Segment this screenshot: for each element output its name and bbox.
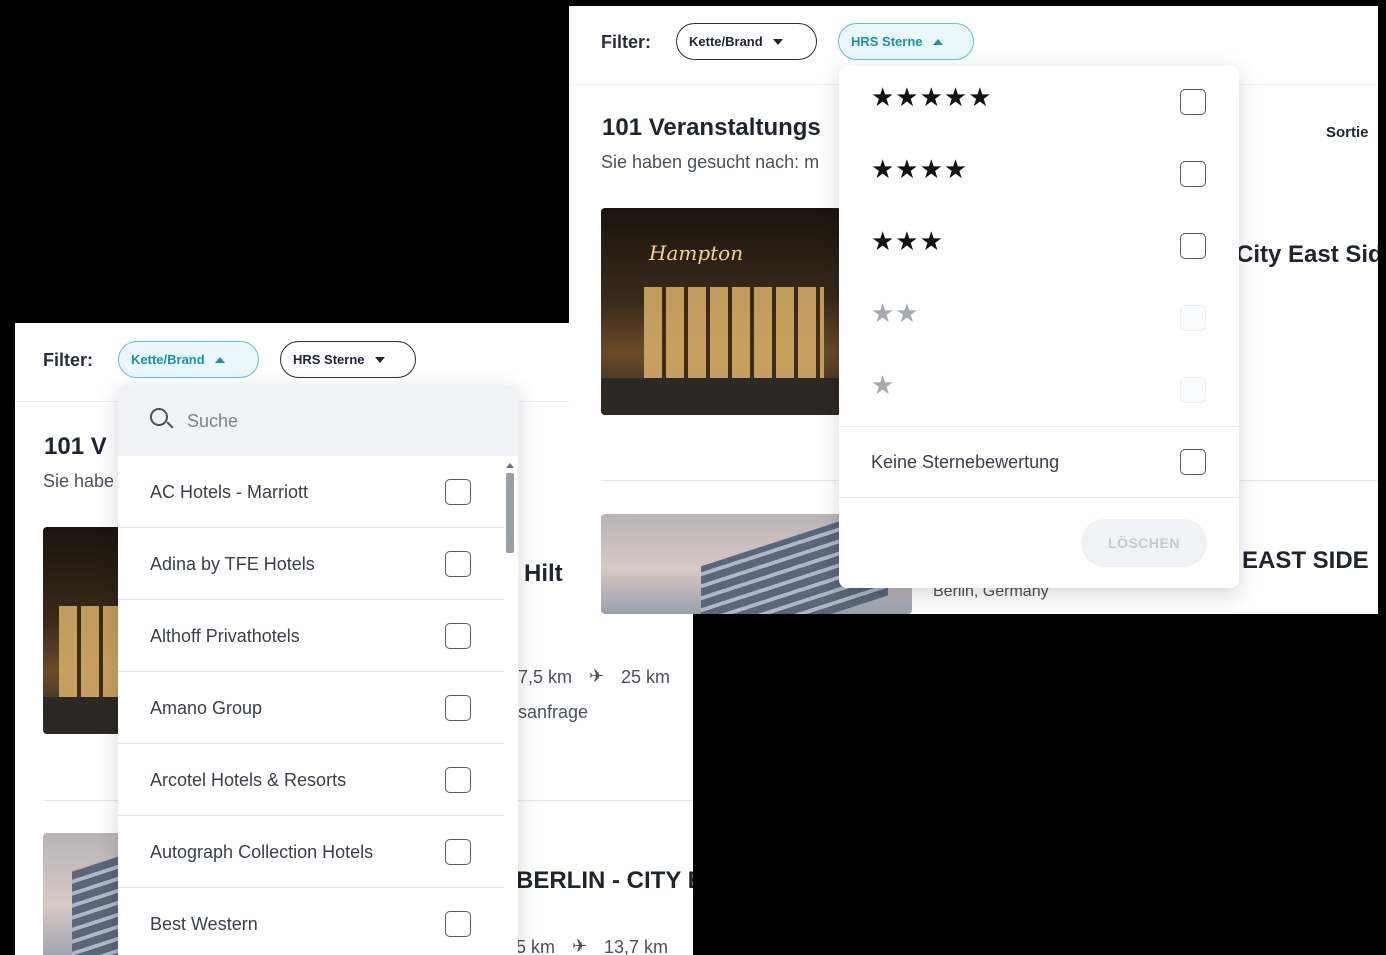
star-option-4[interactable]: ★★★★ — [839, 138, 1239, 210]
five-stars-icon: ★★★★★ — [871, 82, 993, 112]
brand-option[interactable]: Arcotel Hotels & Resorts — [118, 744, 504, 816]
star-option-3[interactable]: ★★★ — [839, 210, 1239, 282]
request-text: sanfrage — [518, 702, 589, 722]
distance-airport: 25 km — [621, 667, 671, 687]
hotel-title[interactable]: EAST SIDE — [1242, 547, 1369, 575]
star-checkbox[interactable] — [1180, 89, 1206, 115]
brand-filter-chip-label: Kette/Brand — [689, 34, 763, 49]
brand-option-label: AC Hotels - Marriott — [150, 482, 309, 502]
one-star-icon: ★ — [871, 370, 896, 400]
brand-search-input[interactable]: Suche — [118, 385, 518, 456]
brand-checkbox[interactable] — [445, 839, 471, 865]
stars-filter-chip[interactable]: HRS Sterne — [838, 23, 974, 60]
brand-filter-chip[interactable]: Kette/Brand — [676, 23, 817, 60]
filter-label: Filter: — [601, 32, 652, 52]
stars-filter-chip-label: HRS Sterne — [851, 34, 923, 49]
distance-city: 7,5 km — [518, 667, 573, 687]
brand-checkbox[interactable] — [445, 479, 471, 505]
hotel-title[interactable]: Hilt — [524, 560, 563, 588]
no-star-label: Keine Sternebewertung — [871, 452, 1060, 472]
three-stars-icon: ★★★ — [871, 226, 944, 256]
star-checkbox[interactable] — [1180, 161, 1206, 187]
chevron-down-icon — [374, 356, 385, 363]
hotel-photo[interactable]: Hampton — [601, 208, 841, 415]
brand-checkbox[interactable] — [445, 767, 471, 793]
brand-option[interactable]: Autograph Collection Hotels — [118, 816, 504, 888]
star-checkbox[interactable] — [1180, 233, 1206, 259]
stars-filter-chip[interactable]: HRS Sterne — [280, 341, 416, 378]
results-title: 101 V — [44, 433, 107, 460]
four-stars-icon: ★★★★ — [871, 154, 969, 184]
brand-option[interactable]: Althoff Privathotels — [118, 600, 504, 672]
brand-option[interactable]: Best Western — [118, 888, 504, 955]
scroll-up-icon[interactable] — [506, 463, 514, 468]
sort-label[interactable]: Sortie — [1326, 124, 1369, 141]
star-option-2: ★★ — [839, 282, 1239, 354]
filter-label: Filter: — [43, 350, 94, 370]
brand-checkbox[interactable] — [445, 911, 471, 937]
hotel-title[interactable]: BERLIN - CITY E — [516, 867, 693, 895]
brand-list: AC Hotels - Marriott Adina by TFE Hotels… — [118, 456, 504, 955]
hotel-title[interactable]: City East Sid — [1236, 241, 1378, 269]
search-icon — [150, 408, 168, 426]
brand-filter-chip[interactable]: Kette/Brand — [118, 341, 259, 378]
brand-option[interactable]: AC Hotels - Marriott — [118, 456, 504, 528]
results-title: 101 Veranstaltungs — [602, 114, 821, 141]
scrollbar-thumb[interactable] — [506, 473, 514, 553]
brand-option-label: Amano Group — [150, 698, 263, 718]
brand-option-label: Althoff Privathotels — [150, 626, 300, 646]
distance-city: 5 km — [516, 937, 556, 955]
hotel-sign: Hampton — [649, 241, 744, 266]
brand-checkbox[interactable] — [445, 623, 471, 649]
plane-icon: ✈ — [589, 666, 605, 686]
distance-airport: 13,7 km — [604, 937, 669, 955]
hotel-results-panel-stars-filter: Filter: Kette/Brand HRS Sterne 101 Veran… — [569, 6, 1378, 614]
star-checkbox[interactable] — [1180, 449, 1206, 475]
brand-filter-dropdown: Suche AC Hotels - Marriott Adina by TFE … — [118, 385, 518, 955]
brand-list-scrollbar[interactable] — [506, 463, 514, 955]
star-checkbox-disabled — [1180, 377, 1206, 403]
plane-icon: ✈ — [572, 936, 588, 955]
clear-button[interactable]: LÖSCHEN — [1081, 519, 1207, 567]
star-option-1: ★ — [839, 354, 1239, 426]
brand-option-label: Arcotel Hotels & Resorts — [150, 770, 347, 790]
brand-checkbox[interactable] — [445, 695, 471, 721]
no-star-option[interactable]: Keine Sternebewertung — [839, 426, 1239, 498]
search-summary: Sie haben gesucht nach: m — [601, 152, 820, 172]
search-summary: Sie habe — [43, 471, 115, 491]
star-option-5[interactable]: ★★★★★ — [839, 66, 1239, 138]
star-checkbox-disabled — [1180, 305, 1206, 331]
chevron-up-icon — [932, 38, 943, 45]
brand-option[interactable]: Amano Group — [118, 672, 504, 744]
brand-option-label: Autograph Collection Hotels — [150, 842, 374, 862]
brand-option-label: Adina by TFE Hotels — [150, 554, 315, 574]
brand-option-label: Best Western — [150, 914, 258, 934]
brand-filter-chip-label: Kette/Brand — [131, 352, 205, 367]
stars-filter-dropdown: ★★★★★ ★★★★ ★★★ ★★ ★ Keine Sternebewertun… — [839, 66, 1239, 588]
stars-filter-chip-label: HRS Sterne — [293, 352, 365, 367]
brand-checkbox[interactable] — [445, 551, 471, 577]
brand-option[interactable]: Adina by TFE Hotels — [118, 528, 504, 600]
dropdown-divider — [839, 497, 1239, 498]
two-stars-icon: ★★ — [871, 298, 920, 328]
chevron-up-icon — [214, 356, 225, 363]
brand-search-placeholder: Suche — [187, 411, 239, 431]
chevron-down-icon — [772, 38, 783, 45]
